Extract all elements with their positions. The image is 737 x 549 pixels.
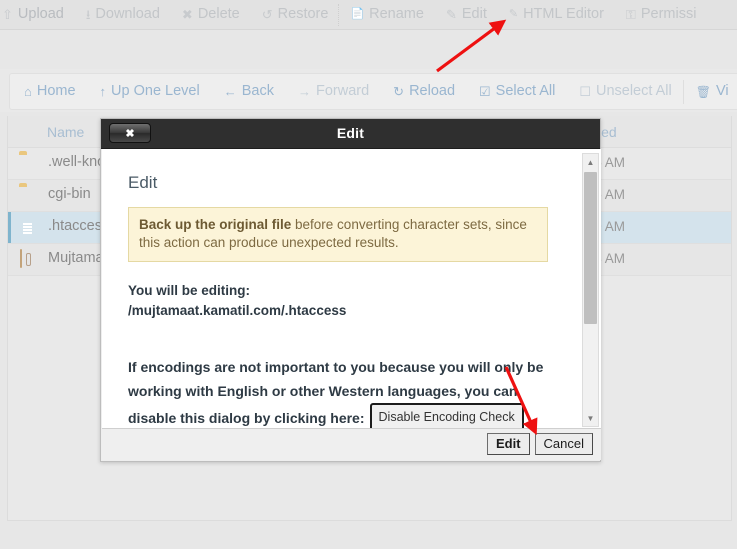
upload-icon: ⇧	[2, 7, 13, 22]
checkbox-checked-icon: ☑	[479, 84, 491, 99]
disable-encoding-check-button[interactable]: Disable Encoding Check	[369, 402, 524, 431]
file-name: cgi-bin	[48, 186, 91, 202]
rename-icon: 📄	[350, 8, 365, 20]
action-html-editor[interactable]: ✎ HTML Editor	[509, 7, 604, 22]
action-edit[interactable]: ✎ Edit	[446, 7, 487, 22]
encoding-explanation: If encodings are not important to you be…	[128, 355, 548, 431]
action-download-label: Download	[95, 6, 160, 23]
dialog-titlebar: ✖ Edit	[101, 119, 600, 149]
arrow-to-edit-toolbar	[436, 19, 507, 73]
navigation-toolbar: ⌂ Home ↑ Up One Level ← Back → Forward ↻…	[9, 73, 737, 110]
download-icon: ⭳	[85, 7, 91, 22]
up-level-icon: ↑	[99, 84, 107, 99]
editing-path: /mujtamaat.kamatil.com/.htaccess	[128, 303, 347, 318]
nav-unselect-all[interactable]: ☐ Unselect All	[579, 84, 671, 99]
nav-view-trash-label: Vi	[715, 83, 729, 100]
action-restore[interactable]: ↺ Restore	[262, 7, 329, 22]
dialog-body: Edit Back up the original file before co…	[102, 149, 601, 431]
dialog-footer-buttons: Edit Cancel	[486, 433, 593, 455]
action-toolbar: ⇧ Upload ⭳ Download ✖ Delete ↺ Restore 📄…	[0, 0, 737, 30]
file-generic-icon	[19, 249, 38, 269]
action-restore-label: Restore	[277, 6, 329, 23]
nav-unselect-all-label: Unselect All	[595, 83, 672, 100]
action-upload[interactable]: ⇧ Upload	[2, 7, 64, 22]
file-name: Mujtama	[48, 250, 104, 266]
forward-arrow-icon: →	[297, 84, 311, 99]
edit-dialog: ✖ Edit Edit Back up the original file be…	[100, 118, 601, 462]
nav-select-all-label: Select All	[495, 83, 556, 100]
editing-label: You will be editing:	[128, 283, 250, 299]
nav-view-trash[interactable]: 🗑 Vi	[696, 84, 729, 99]
action-delete[interactable]: ✖ Delete	[182, 7, 240, 22]
file-doc-icon	[19, 218, 38, 237]
dialog-heading: Edit	[128, 173, 158, 192]
delete-icon: ✖	[181, 7, 193, 22]
nav-reload[interactable]: ↻ Reload	[393, 84, 455, 99]
nav-reload-label: Reload	[409, 83, 456, 100]
action-rename[interactable]: 📄 Rename	[350, 7, 424, 22]
scroll-down-arrow-icon[interactable]: ▼	[583, 410, 598, 426]
file-name: .htacces	[48, 218, 102, 234]
nav-up-one-level[interactable]: ↑ Up One Level	[100, 84, 200, 99]
nav-home[interactable]: ⌂ Home	[24, 84, 76, 99]
action-rename-label: Rename	[369, 6, 424, 23]
nav-back-label: Back	[241, 83, 274, 100]
editing-path-block: You will be editing: /mujtamaat.kamatil.…	[128, 281, 548, 320]
action-permissions-label: Permissi	[640, 6, 697, 23]
scrollbar-thumb[interactable]	[584, 172, 597, 324]
nav-forward[interactable]: → Forward	[298, 84, 369, 99]
checkbox-empty-icon: ☐	[579, 84, 591, 99]
nav-forward-label: Forward	[315, 83, 370, 100]
action-upload-label: Upload	[17, 6, 64, 23]
action-edit-label: Edit	[461, 6, 487, 23]
navigation-toolbar-area: ⌂ Home ↑ Up One Level ← Back → Forward ↻…	[0, 69, 737, 112]
nav-up-one-level-label: Up One Level	[111, 83, 200, 100]
backup-warning-banner: Back up the original file before convert…	[128, 207, 548, 263]
folder-icon	[19, 154, 38, 173]
scroll-up-arrow-icon[interactable]: ▲	[583, 154, 598, 170]
file-name: .well-kno	[48, 154, 106, 170]
cancel-button[interactable]: Cancel	[534, 433, 593, 455]
folder-icon	[19, 186, 38, 205]
backup-warning-bold: Back up the original file	[139, 217, 292, 232]
column-header-name[interactable]: Name	[47, 124, 84, 140]
dialog-footer: Edit Cancel	[102, 428, 601, 460]
nav-home-label: Home	[36, 83, 76, 100]
key-icon: ⚿	[625, 7, 636, 22]
action-permissions[interactable]: ⚿ Permissi	[626, 7, 697, 22]
dialog-scrollbar[interactable]: ▲ ▼	[582, 153, 599, 427]
nav-select-all[interactable]: ☑ Select All	[479, 84, 555, 99]
nav-back[interactable]: ← Back	[224, 84, 274, 99]
toolbar-divider	[338, 3, 340, 26]
html-editor-icon: ✎	[508, 8, 519, 20]
edit-button[interactable]: Edit	[486, 433, 530, 455]
dialog-title: Edit	[336, 125, 365, 141]
pencil-icon: ✎	[445, 7, 457, 22]
navbar-divider	[682, 79, 685, 104]
reload-icon: ↻	[393, 84, 405, 99]
file-manager-screen: ⇧ Upload ⭳ Download ✖ Delete ↺ Restore 📄…	[0, 0, 737, 549]
back-arrow-icon: ←	[223, 84, 237, 99]
dialog-content: Edit Back up the original file before co…	[102, 149, 570, 431]
trash-icon: 🗑	[695, 84, 711, 99]
action-html-editor-label: HTML Editor	[523, 6, 604, 23]
restore-icon: ↺	[261, 7, 273, 22]
home-icon: ⌂	[24, 84, 32, 99]
action-delete-label: Delete	[197, 6, 240, 23]
action-download[interactable]: ⭳ Download	[86, 7, 160, 22]
